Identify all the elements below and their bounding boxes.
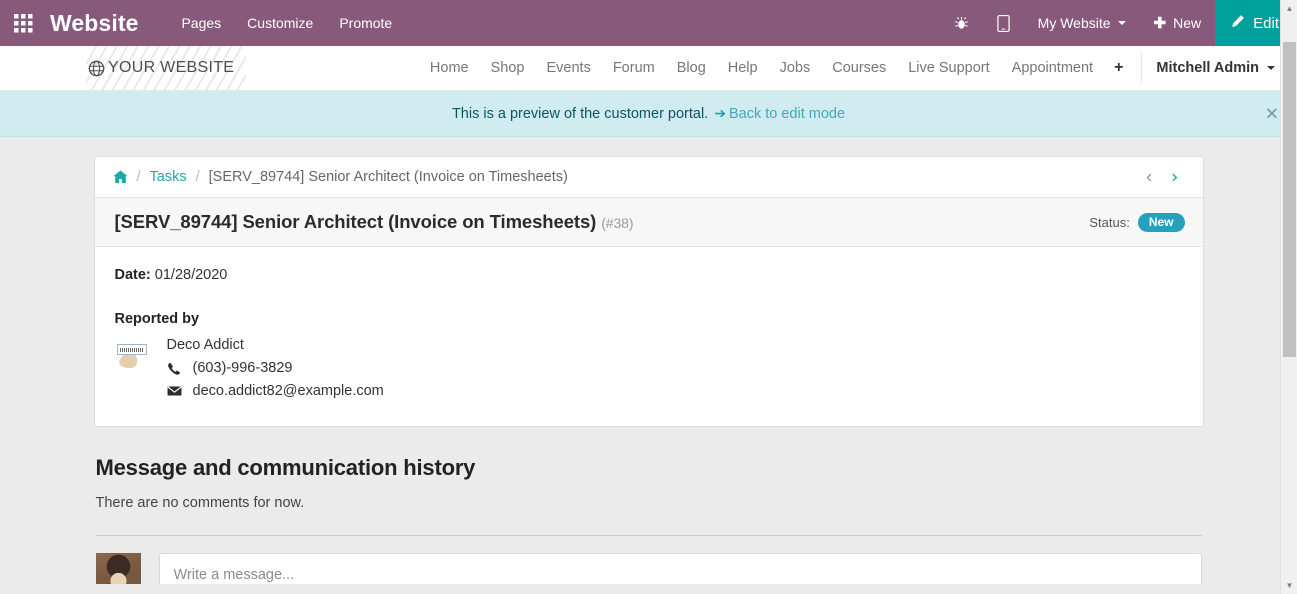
message-history-heading: Message and communication history [95,455,476,481]
site-logo-text: YOUR WEBSITE [108,59,235,76]
task-card-body: Date: 01/28/2020 Reported by Deco Addict [95,247,1203,426]
nav-link-jobs[interactable]: Jobs [769,60,822,76]
breadcrumb-item-tasks[interactable]: Tasks [150,169,187,185]
nav-link-forum[interactable]: Forum [602,60,666,76]
plus-icon: ✚ [1153,15,1167,32]
home-icon[interactable] [112,170,128,184]
user-avatar [95,553,141,584]
contact-phone-row: (603)-996-3829 [167,357,384,379]
preview-banner: This is a preview of the customer portal… [0,91,1297,137]
breadcrumb-separator-2: / [195,169,200,185]
breadcrumb: / Tasks / [SERV_89744] Senior Architect … [112,169,568,185]
nav-divider [1141,53,1143,83]
back-to-edit-mode-link[interactable]: Back to edit mode [729,106,845,122]
reported-by-contact: Deco Addict (603)-996-3829 deco.addict82… [114,334,1183,402]
systray: My Website ✚ New Edit [940,0,1297,46]
status-label: Status: [1089,214,1130,230]
mobile-preview-icon[interactable] [983,0,1024,46]
website-selector[interactable]: My Website [1024,0,1140,46]
nav-link-courses[interactable]: Courses [821,60,897,76]
task-reference: (#38) [601,215,634,231]
menu-promote[interactable]: Promote [326,1,405,45]
task-title-text: [SERV_89744] Senior Architect (Invoice o… [114,211,597,232]
new-button-label: New [1173,15,1202,31]
app-name: Website [50,9,139,36]
nav-link-appointment[interactable]: Appointment [1001,60,1104,76]
portal-page: / Tasks / [SERV_89744] Senior Architect … [0,137,1297,584]
scroll-thumb[interactable] [1283,42,1296,357]
task-card: / Tasks / [SERV_89744] Senior Architect … [93,156,1204,428]
envelope-icon [166,385,189,397]
date-field: Date: 01/28/2020 [115,267,1183,283]
contact-avatar [114,336,151,372]
menu-customize[interactable]: Customize [234,1,326,45]
edit-button-label: Edit [1253,14,1279,32]
record-pager: ‹ › [1145,167,1184,187]
no-comments-text: There are no comments for now. [95,495,305,512]
nav-link-live-support[interactable]: Live Support [897,60,1000,76]
status-area: Status: New [1089,212,1185,232]
website-menu: Home Shop Events Forum Blog Help Jobs Co… [419,53,1283,83]
page-title: [SERV_89744] Senior Architect (Invoice o… [115,211,634,233]
chevron-right-icon[interactable]: › [1171,167,1179,187]
apps-grid-icon[interactable] [0,0,46,46]
reported-by-label: Reported by [114,311,200,327]
scroll-down-icon[interactable]: ▼ [1281,577,1297,594]
nav-link-events[interactable]: Events [535,60,601,76]
status-badge: New [1137,212,1185,232]
globe-icon [88,60,105,77]
message-composer [95,536,1202,584]
page-scrollbar[interactable]: ▲ ▼ [1280,0,1297,594]
backend-menu: Pages Customize Promote [168,1,405,45]
new-button[interactable]: ✚ New [1140,0,1216,46]
user-menu[interactable]: Mitchell Admin [1146,60,1283,76]
bug-icon[interactable] [940,0,983,46]
contact-name: Deco Addict [166,337,244,353]
menu-pages[interactable]: Pages [168,1,234,45]
scroll-up-icon[interactable]: ▲ [1281,0,1297,17]
nav-link-shop[interactable]: Shop [480,60,536,76]
add-page-icon[interactable]: + [1104,59,1133,77]
odoo-top-bar: Website Pages Customize Promote My Websi… [0,0,1297,46]
pencil-icon [1231,14,1245,32]
chevron-left-icon[interactable]: ‹ [1145,167,1153,187]
arrow-right-icon: ➔ [714,105,726,121]
contact-details: Deco Addict (603)-996-3829 deco.addict82… [167,334,384,402]
contact-email-row: deco.addict82@example.com [166,380,384,402]
preview-banner-text: This is a preview of the customer portal… [451,105,709,122]
contact-phone: (603)-996-3829 [192,360,293,377]
date-label: Date: [114,267,151,283]
breadcrumb-row: / Tasks / [SERV_89744] Senior Architect … [94,157,1203,198]
site-logo[interactable]: YOUR WEBSITE [88,59,234,77]
phone-icon [167,362,189,376]
date-value: 01/28/2020 [154,267,228,283]
contact-email: deco.addict82@example.com [192,382,384,399]
message-history-section: Message and communication history There … [94,455,1204,584]
website-navbar: YOUR WEBSITE Home Shop Events Forum Blog… [0,46,1297,91]
task-card-header: [SERV_89744] Senior Architect (Invoice o… [94,198,1203,247]
message-input[interactable] [158,553,1202,584]
nav-link-home[interactable]: Home [419,60,480,76]
nav-link-help[interactable]: Help [717,60,769,76]
close-icon[interactable]: ✕ [1265,105,1279,122]
nav-link-blog[interactable]: Blog [666,60,717,76]
breadcrumb-separator-1: / [136,169,141,185]
portal-container: / Tasks / [SERV_89744] Senior Architect … [93,137,1204,584]
breadcrumb-item-current: [SERV_89744] Senior Architect (Invoice o… [208,169,568,185]
